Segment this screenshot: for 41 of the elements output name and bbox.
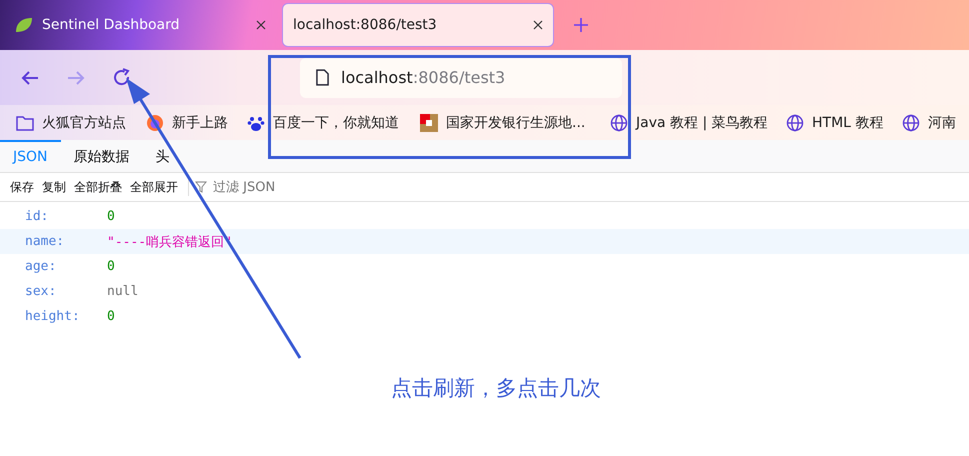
tab-title: Sentinel Dashboard bbox=[42, 17, 181, 33]
bookmark[interactable]: 河南 bbox=[902, 114, 962, 132]
toolbar-button[interactable]: 全部折叠 bbox=[70, 178, 126, 196]
viewer-tab[interactable]: 原始数据 bbox=[60, 140, 143, 172]
toolbar-button[interactable]: 保存 bbox=[6, 178, 38, 196]
json-key: name: bbox=[0, 234, 107, 249]
tab-title: localhost:8086/test3 bbox=[293, 17, 438, 33]
json-value: 0 bbox=[107, 309, 115, 324]
json-key: age: bbox=[0, 259, 107, 274]
json-value: 0 bbox=[107, 259, 115, 274]
json-row[interactable]: age: 0 bbox=[0, 254, 969, 279]
browser-tab[interactable]: Sentinel Dashboard bbox=[4, 3, 276, 47]
json-row[interactable]: id: 0 bbox=[0, 204, 969, 229]
json-key: id: bbox=[0, 209, 107, 224]
bookmark-label: 河南 bbox=[928, 114, 956, 132]
bookmark[interactable]: HTML 教程 bbox=[786, 114, 902, 132]
bookmark-label: 国家开发银行生源地... bbox=[446, 114, 586, 132]
json-value: null bbox=[107, 284, 138, 299]
bookmark-label: 火狐官方站点 bbox=[42, 114, 126, 132]
bookmark[interactable]: 新手上路 bbox=[146, 114, 247, 132]
filter-field[interactable]: 过滤 JSON bbox=[195, 178, 325, 196]
json-value: 0 bbox=[107, 209, 115, 224]
viewer-tab[interactable]: 头 bbox=[142, 140, 183, 172]
bookmark-label: 百度一下，你就知道 bbox=[273, 114, 399, 132]
bookmark[interactable]: 国家开发银行生源地... bbox=[420, 114, 610, 132]
bookmark[interactable]: 火狐官方站点 bbox=[16, 114, 146, 132]
json-key: sex: bbox=[0, 284, 107, 299]
bookmark[interactable]: Java 教程 | 菜鸟教程 bbox=[610, 114, 786, 132]
bookmark-label: 新手上路 bbox=[172, 114, 228, 132]
bookmark[interactable]: 百度一下，你就知道 bbox=[247, 114, 420, 132]
toolbar-button[interactable]: 复制 bbox=[38, 178, 70, 196]
json-row[interactable]: height: 0 bbox=[0, 304, 969, 329]
toolbar-button[interactable]: 全部展开 bbox=[126, 178, 182, 196]
bookmark-label: Java 教程 | 菜鸟教程 bbox=[636, 114, 768, 132]
json-row[interactable]: sex: null bbox=[0, 279, 969, 304]
bookmark-label: HTML 教程 bbox=[812, 114, 884, 132]
annotation-text: 点击刷新，多点击几次 bbox=[391, 375, 601, 402]
browser-tab[interactable]: localhost:8086/test3 bbox=[282, 3, 554, 47]
address-field[interactable]: localhost:8086/test3 bbox=[300, 58, 622, 98]
json-key: height: bbox=[0, 309, 107, 324]
url-text: localhost:8086/test3 bbox=[341, 68, 506, 87]
